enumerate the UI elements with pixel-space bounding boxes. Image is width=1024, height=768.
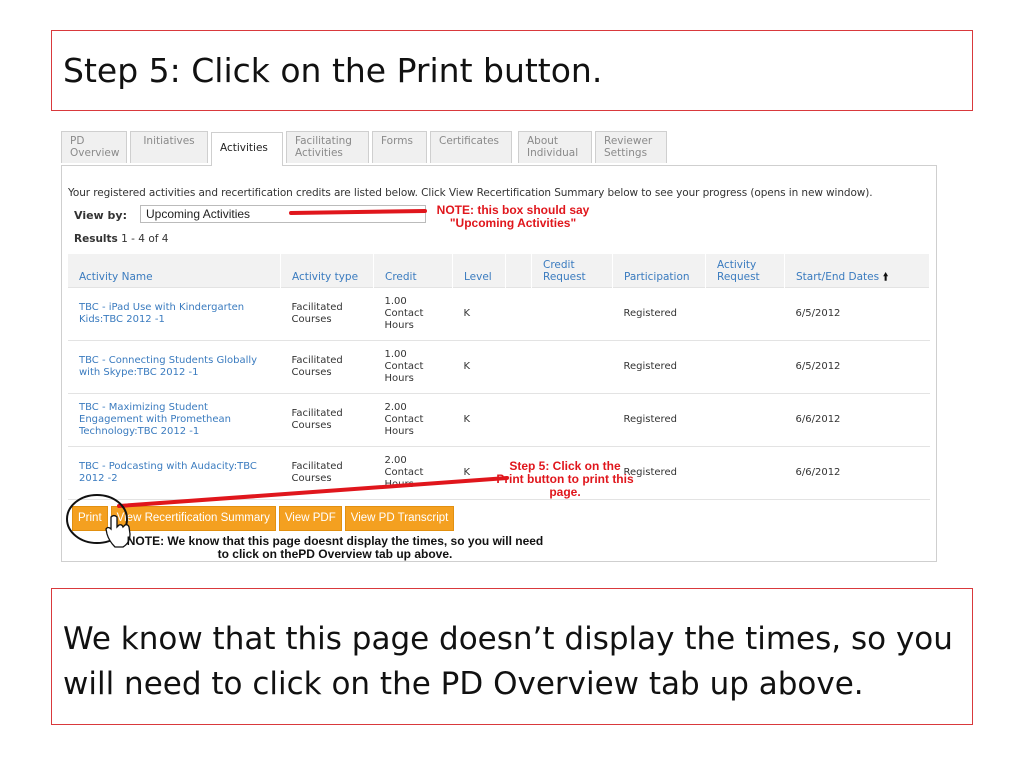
activities-screenshot: PD Overview Initiatives Activities Facil… — [57, 129, 939, 563]
print-pointer-line — [117, 476, 509, 508]
viewby-pointer-line — [289, 209, 427, 215]
slide-title-box: Step 5: Click on the Print button. — [51, 30, 973, 111]
tab-activities[interactable]: Activities — [211, 132, 283, 166]
slide-note: We know that this page doesn’t display t… — [63, 621, 953, 702]
print-annotation: Step 5: Click on the Print button to pri… — [496, 459, 634, 499]
slide-note-box: We know that this page doesn’t display t… — [51, 588, 973, 725]
viewby-annotation: NOTE: this box should say "Upcoming Acti… — [436, 203, 590, 230]
times-annotation: NOTE: We know that this page doesnt disp… — [126, 534, 544, 561]
slide-title: Step 5: Click on the Print button. — [63, 51, 603, 90]
